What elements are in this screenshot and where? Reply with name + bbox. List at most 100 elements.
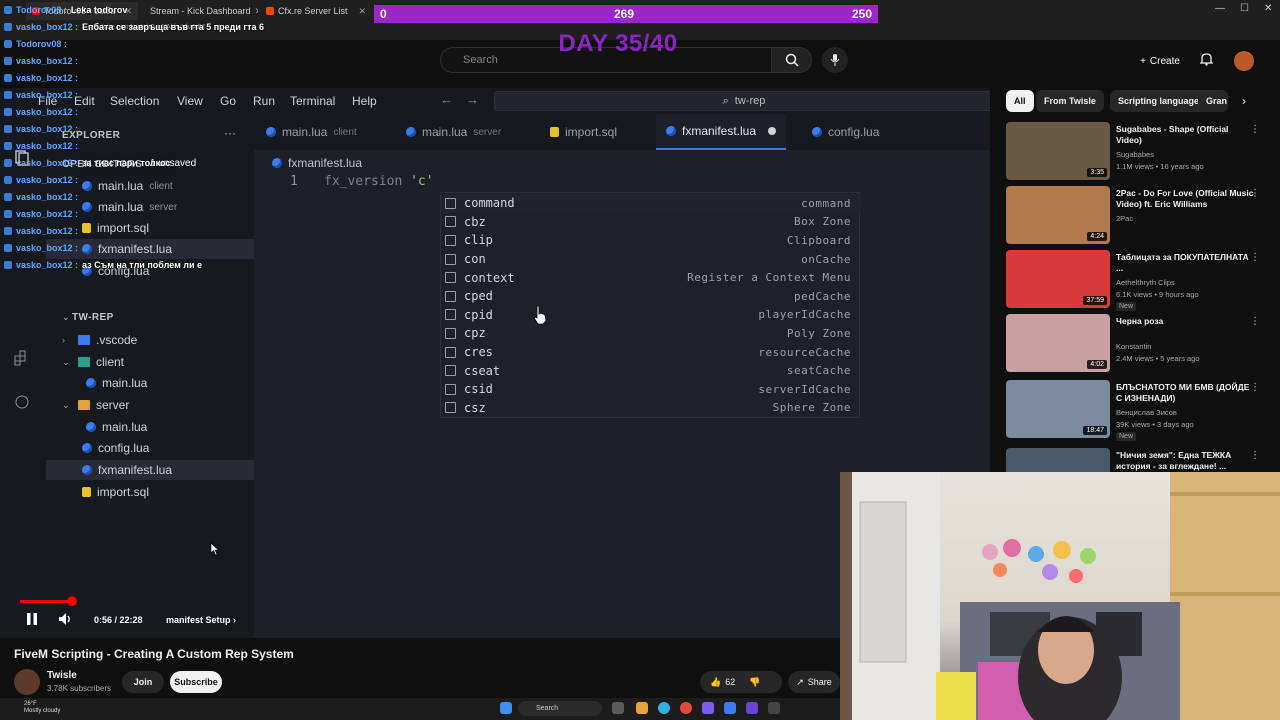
suggestion-item[interactable]: cres resourceCache [441, 343, 861, 362]
tab-main-client[interactable]: main.lua client [256, 114, 367, 150]
suggestion-item[interactable]: clip Clipboard [441, 231, 861, 250]
menu-file[interactable]: File [38, 94, 57, 108]
suggestion-item[interactable]: cped pedCache [441, 287, 861, 306]
browser-tab[interactable]: Stream - Kick Dashboard ✕ [140, 2, 258, 20]
scrubber-handle[interactable] [67, 596, 77, 606]
recommendation-item[interactable]: 3:35 Sugababes - Shape (Official Video) Su… [1006, 122, 1272, 186]
discord-icon[interactable] [702, 702, 714, 714]
channel-avatar[interactable] [14, 669, 40, 695]
suggestion-item[interactable]: cpid playerIdCache [441, 306, 861, 325]
weather-widget[interactable]: 26°F Mostly cloudy [24, 701, 60, 715]
close-tab-icon[interactable]: ✕ [124, 6, 132, 17]
app-icon[interactable] [768, 702, 780, 714]
tree-folder-client[interactable]: ⌄ client [62, 352, 124, 372]
open-editors-title[interactable]: OPEN EDITORS [62, 159, 142, 170]
file-explorer-icon[interactable] [636, 702, 648, 714]
task-view-icon[interactable] [612, 702, 624, 714]
forward-arrow-icon[interactable]: → [466, 92, 479, 107]
suggestion-item[interactable]: cpz Poly Zone [441, 324, 861, 343]
suggestion-item[interactable]: cbz Box Zone [441, 213, 861, 232]
more-options-icon[interactable]: ⋮ [1250, 450, 1260, 461]
video-thumbnail[interactable]: 4:02 [1006, 314, 1110, 372]
recommendation-item[interactable]: 18:47 БЛЪСНАТОТО МИ БМВ (ДОЙДЕ С ИЗНЕНАДИ… [1006, 380, 1272, 444]
menu-edit[interactable]: Edit [74, 94, 95, 108]
chip-scripting[interactable]: Scripting language [1110, 90, 1208, 112]
suggestion-item[interactable]: cseat seatCache [441, 361, 861, 380]
video-thumbnail[interactable]: 4:24 [1006, 186, 1110, 244]
close-tab-icon[interactable]: ✕ [255, 6, 258, 17]
open-editor-item[interactable]: main.lua server [82, 197, 177, 217]
menu-go[interactable]: Go [220, 94, 236, 108]
notifications-bell-icon[interactable] [1199, 52, 1214, 69]
suggestion-item[interactable]: csid serverIdCache [441, 380, 861, 399]
breadcrumb[interactable]: fxmanifest.lua [272, 156, 362, 170]
suggestion-item[interactable]: command command [441, 194, 861, 213]
recommendation-item[interactable]: 4:24 2Pac - Do For Love (Official Music V… [1006, 186, 1272, 250]
more-actions-icon[interactable]: ··· [224, 126, 236, 140]
vscode-icon[interactable] [724, 702, 736, 714]
more-options-icon[interactable]: ⋮ [1250, 124, 1260, 135]
open-editor-item[interactable]: config.lua [82, 261, 149, 281]
like-dislike-button[interactable]: 👍 62 👎 [700, 671, 782, 693]
menu-view[interactable]: View [177, 94, 203, 108]
tree-file-import[interactable]: import.sql [82, 482, 149, 502]
browser-tab-active[interactable]: Todorov08 • емба ✕ [26, 2, 138, 20]
chip-gran[interactable]: Gran [1198, 90, 1228, 112]
edge-icon[interactable] [658, 702, 670, 714]
subscribe-button[interactable]: Subscribe [170, 671, 222, 693]
chevron-right-icon[interactable]: › [1242, 94, 1246, 108]
more-options-icon[interactable]: ⋮ [1250, 382, 1260, 393]
extensions-icon[interactable] [14, 350, 30, 366]
more-options-icon[interactable]: ⋮ [1250, 188, 1260, 199]
close-tab-icon[interactable]: ✕ [358, 6, 366, 17]
tab-import-sql[interactable]: import.sql [540, 114, 627, 150]
tab-config[interactable]: config.lua [802, 114, 889, 150]
volume-button[interactable] [58, 612, 72, 629]
suggestion-item[interactable]: con onCache [441, 250, 861, 269]
suggestion-item[interactable]: context Register a Context Menu [441, 268, 861, 287]
tree-file-fxmanifest[interactable]: fxmanifest.lua [46, 460, 254, 480]
recommendation-item[interactable]: 4:02 Черна роза Konstantin 2.4M views • 5 y… [1006, 314, 1272, 378]
close-window-icon[interactable]: ✕ [1264, 3, 1272, 14]
progress-bar[interactable] [20, 600, 72, 603]
code-line[interactable]: 1 fx_version 'c' [290, 174, 434, 189]
menu-selection[interactable]: Selection [110, 94, 159, 108]
thumbs-up-icon[interactable]: 👍 [710, 677, 721, 688]
obs-icon[interactable] [746, 702, 758, 714]
chip-all[interactable]: All [1006, 90, 1034, 112]
open-editor-item[interactable]: main.lua client [82, 176, 173, 196]
more-options-icon[interactable]: ⋮ [1250, 316, 1260, 327]
remote-icon[interactable] [14, 394, 30, 410]
chapter-button[interactable]: manifest Setup › [166, 615, 236, 625]
video-thumbnail[interactable]: 37:59 [1006, 250, 1110, 308]
more-options-icon[interactable]: ⋮ [1250, 252, 1260, 263]
chip-from-channel[interactable]: From Twisle [1036, 90, 1104, 112]
tab-fxmanifest[interactable]: fxmanifest.lua [656, 114, 787, 150]
browser-tab[interactable]: Cfx.re Server List ✕ [260, 2, 372, 20]
suggestion-item[interactable]: csz Sphere Zone [441, 399, 861, 418]
open-editor-item[interactable]: import.sql [82, 218, 149, 238]
maximize-icon[interactable]: ☐ [1240, 3, 1249, 14]
minimize-icon[interactable]: — [1215, 3, 1225, 14]
windows-start-icon[interactable] [500, 702, 512, 714]
open-editor-item-active[interactable]: fxmanifest.lua [46, 239, 254, 259]
back-arrow-icon[interactable]: ← [440, 92, 453, 107]
search-button[interactable] [772, 47, 812, 73]
create-button[interactable]: + Create [1130, 49, 1190, 73]
join-button[interactable]: Join [122, 671, 164, 693]
taskbar-search[interactable]: Search [518, 701, 602, 716]
pause-button[interactable] [26, 612, 38, 629]
account-avatar[interactable] [1234, 51, 1254, 71]
tree-folder-vscode[interactable]: › .vscode [62, 330, 137, 350]
tab-main-server[interactable]: main.lua server [396, 114, 511, 150]
command-center[interactable]: ⌕ tw-rep [494, 91, 990, 111]
files-icon[interactable] [14, 150, 30, 166]
menu-terminal[interactable]: Terminal [290, 94, 335, 108]
address-bar[interactable]: youtube.com/watch?v=YAkhyVlv4dM [90, 24, 205, 31]
thumbs-down-icon[interactable]: 👎 [749, 677, 760, 688]
share-button[interactable]: ↗ Share [788, 671, 840, 693]
tree-file-client-main[interactable]: main.lua [86, 373, 147, 393]
channel-name[interactable]: Twisle [47, 670, 77, 681]
project-folder-title[interactable]: ⌄ TW-REP [62, 312, 114, 323]
menu-run[interactable]: Run [253, 94, 275, 108]
